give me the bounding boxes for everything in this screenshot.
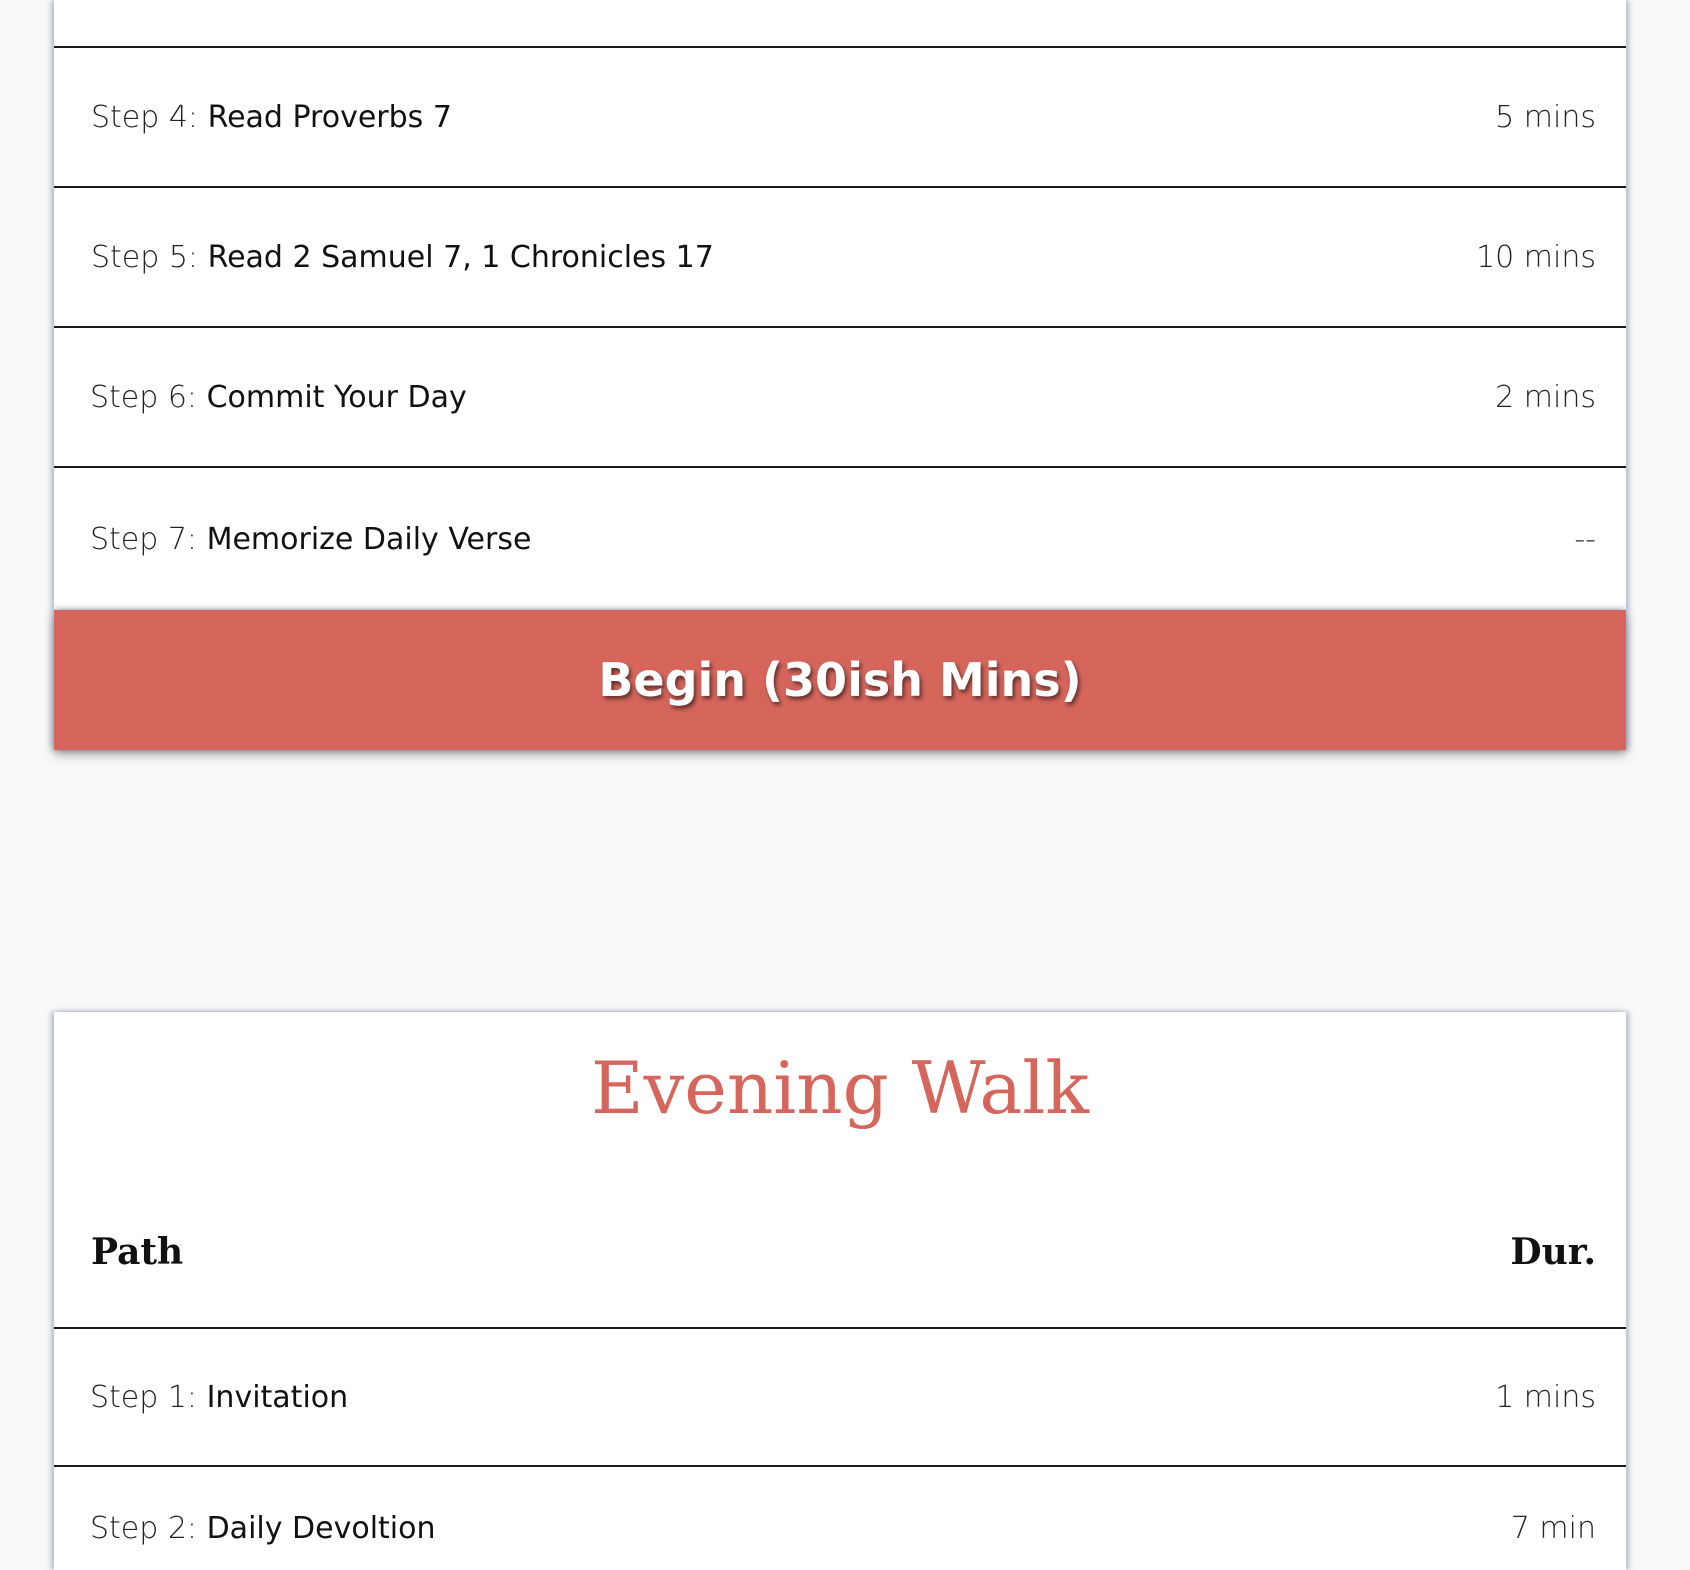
step-row-2[interactable]: Step 2: Daily Devoltion 7 min xyxy=(54,1467,1626,1570)
card-title: Evening Walk xyxy=(591,1046,1089,1130)
step-label: Step 4: Read Proverbs 7 xyxy=(91,99,452,135)
step-label: Step 7: Memorize Daily Verse xyxy=(90,521,532,557)
morning-walk-card: Step 4: Read Proverbs 7 5 mins Step 5: R… xyxy=(54,0,1626,750)
step-duration: 10 mins xyxy=(1476,239,1596,275)
column-header-duration: Dur. xyxy=(1510,1231,1596,1273)
step-label: Step 6: Commit Your Day xyxy=(90,379,467,415)
step-row-4[interactable]: Step 4: Read Proverbs 7 5 mins xyxy=(54,48,1626,188)
step-label: Step 5: Read 2 Samuel 7, 1 Chronicles 17 xyxy=(91,239,714,275)
step-label: Step 1: Invitation xyxy=(90,1379,349,1415)
begin-button[interactable]: Begin (30ish Mins) xyxy=(54,610,1626,750)
evening-walk-card: Evening Walk Path Dur. Step 1: Invitatio… xyxy=(54,1012,1626,1570)
column-header-path: Path xyxy=(91,1231,184,1273)
table-header: Path Dur. xyxy=(54,1177,1626,1329)
step-row-6[interactable]: Step 6: Commit Your Day 2 mins xyxy=(54,328,1626,468)
step-duration: -- xyxy=(1574,521,1596,557)
step-row-5[interactable]: Step 5: Read 2 Samuel 7, 1 Chronicles 17… xyxy=(54,188,1626,328)
step-row-7[interactable]: Step 7: Memorize Daily Verse -- xyxy=(54,468,1626,610)
step-duration: 2 mins xyxy=(1495,379,1596,415)
table-row-partial xyxy=(54,0,1626,48)
step-duration: 5 mins xyxy=(1495,99,1596,135)
step-duration: 1 mins xyxy=(1495,1379,1596,1415)
step-row-1[interactable]: Step 1: Invitation 1 mins xyxy=(54,1329,1626,1467)
step-duration: 7 min xyxy=(1510,1511,1596,1546)
step-label: Step 2: Daily Devoltion xyxy=(90,1511,436,1546)
morning-steps-table: Step 4: Read Proverbs 7 5 mins Step 5: R… xyxy=(54,0,1626,610)
